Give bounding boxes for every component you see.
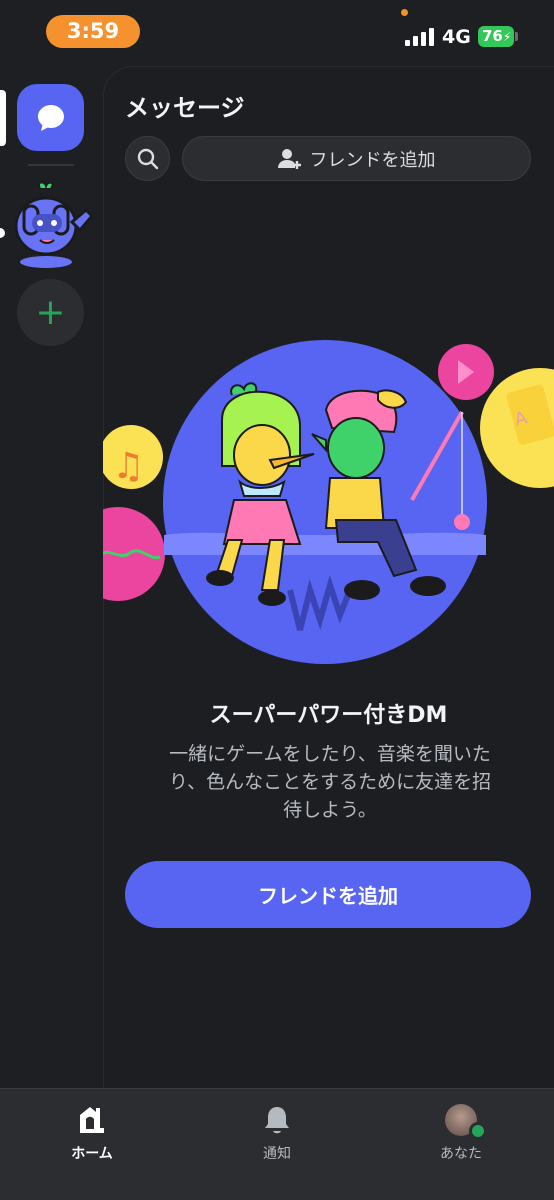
bell-icon — [265, 1107, 289, 1134]
unread-indicator — [0, 228, 5, 238]
direct-messages-button[interactable] — [17, 84, 84, 151]
nav-notifications[interactable]: 通知 — [217, 1103, 337, 1163]
server-icon[interactable] — [10, 180, 96, 270]
status-bar: 3:59 4G 76⚡ — [0, 0, 554, 62]
empty-state-description: 一緒にゲームをしたり、音楽を聞いたり、色んなことをするために友達を招待しよう。 — [168, 743, 492, 821]
privacy-indicator-dot — [401, 9, 408, 16]
battery-icon: 76⚡ — [478, 26, 514, 47]
add-server-button[interactable]: + — [17, 279, 84, 346]
nav-home-label: ホーム — [71, 1146, 113, 1162]
empty-state-heading: スーパーパワー付きDM — [209, 703, 448, 728]
add-friend-icon — [277, 148, 301, 169]
battery-level: 76 — [482, 27, 503, 45]
empty-state-illustration: ♫ A — [103, 335, 554, 675]
add-friend-label: フレンドを追加 — [309, 149, 436, 171]
nav-home[interactable]: ホーム — [32, 1103, 152, 1163]
status-time: 3:59 — [46, 15, 140, 48]
nav-you-label: あなた — [440, 1146, 482, 1162]
search-button[interactable] — [125, 136, 170, 181]
add-friend-button[interactable]: フレンドを追加 — [125, 861, 531, 928]
bottom-navigation: ホーム 通知 あなた — [0, 1088, 554, 1200]
wumpus-mascot-icon — [14, 181, 95, 268]
svg-text:♫: ♫ — [112, 446, 144, 487]
selected-indicator — [0, 90, 6, 146]
online-status-dot — [469, 1122, 487, 1140]
nav-you[interactable]: あなた — [401, 1103, 521, 1163]
battery-tip — [515, 32, 518, 41]
rail-separator — [28, 164, 74, 166]
chat-bubble-icon — [37, 104, 64, 131]
home-icon — [80, 1107, 104, 1133]
signal-icon — [405, 28, 435, 46]
network-type: 4G — [442, 26, 471, 48]
page-title: メッセージ — [125, 94, 245, 122]
search-icon — [137, 148, 158, 169]
nav-notifications-label: 通知 — [263, 1146, 291, 1162]
add-friend-button-top[interactable]: フレンドを追加 — [182, 136, 531, 181]
plus-icon: + — [35, 292, 66, 333]
